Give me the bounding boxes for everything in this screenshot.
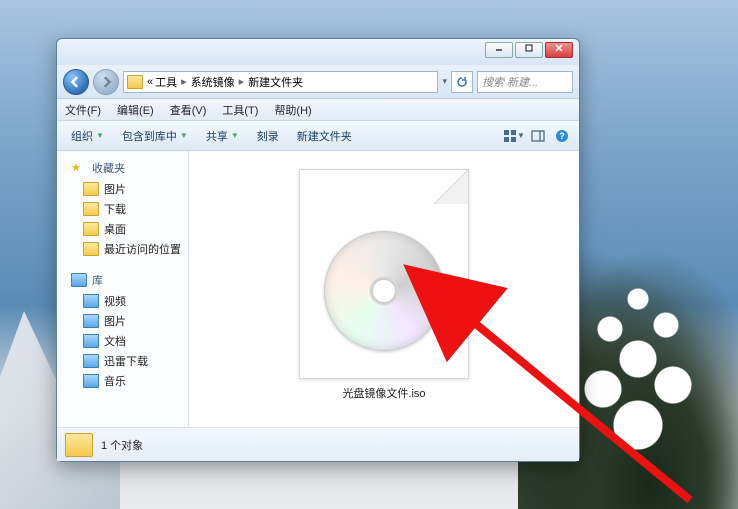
file-name-label: 光盘镜像文件.iso [342,385,425,401]
library-icon [83,354,99,368]
titlebar[interactable] [57,39,579,65]
organize-button[interactable]: 组织▼ [63,125,112,147]
library-icon [71,273,87,287]
address-bar: « 工具 ▸ 系统镜像 ▸ 新建文件夹 ▾ 搜索 新建... [57,65,579,99]
sidebar-item-videos[interactable]: 视频 [57,291,188,311]
folder-icon [83,242,99,256]
new-folder-button[interactable]: 新建文件夹 [289,125,360,147]
sidebar-item-music[interactable]: 音乐 [57,371,188,391]
navigation-pane[interactable]: ★收藏夹 图片 下载 桌面 最近访问的位置 库 视频 图片 文档 迅雷下载 音乐 [57,151,189,427]
iso-file-icon [299,169,469,379]
disc-icon [324,231,444,351]
sidebar-item-documents[interactable]: 文档 [57,331,188,351]
maximize-button[interactable] [515,42,543,58]
file-list-pane[interactable]: 光盘镜像文件.iso [189,151,579,427]
preview-pane-button[interactable] [527,126,549,146]
chevron-right-icon: ▸ [239,75,245,88]
breadcrumb-item[interactable]: 新建文件夹 [248,74,303,90]
library-icon [83,314,99,328]
chevron-down-icon: ▼ [517,131,525,140]
library-icon [83,294,99,308]
menu-tools[interactable]: 工具(T) [214,102,266,118]
menu-edit[interactable]: 编辑(E) [109,102,162,118]
search-placeholder: 搜索 新建... [482,74,538,90]
chevron-down-icon: ▼ [180,131,188,140]
breadcrumb-item[interactable]: 系统镜像 [191,74,235,90]
star-icon: ★ [71,161,87,175]
minimize-button[interactable] [485,42,513,58]
status-bar: 1 个对象 [57,427,579,461]
chevron-down-icon: ▼ [231,131,239,140]
file-item-iso[interactable]: 光盘镜像文件.iso [299,169,469,401]
chevron-down-icon: ▼ [96,131,104,140]
sidebar-item-pictures[interactable]: 图片 [57,179,188,199]
menu-view[interactable]: 查看(V) [162,102,215,118]
sidebar-item-xunlei[interactable]: 迅雷下载 [57,351,188,371]
menu-help[interactable]: 帮助(H) [266,102,319,118]
desktop-wallpaper: « 工具 ▸ 系统镜像 ▸ 新建文件夹 ▾ 搜索 新建... 文件(F) 编辑(E)… [0,0,738,509]
folder-icon [83,182,99,196]
explorer-window: « 工具 ▸ 系统镜像 ▸ 新建文件夹 ▾ 搜索 新建... 文件(F) 编辑(E)… [56,38,580,462]
breadcrumb-dropdown-icon[interactable]: ▾ [442,76,447,87]
chevron-right-icon: ▸ [181,75,187,88]
sidebar-item-desktop[interactable]: 桌面 [57,219,188,239]
burn-button[interactable]: 刻录 [249,125,287,147]
breadcrumb[interactable]: « 工具 ▸ 系统镜像 ▸ 新建文件夹 [123,71,438,93]
folder-icon [83,222,99,236]
sidebar-group-libraries[interactable]: 库 [57,269,188,291]
status-object-count: 1 个对象 [101,437,143,453]
folder-icon [127,75,143,89]
breadcrumb-lead: « [147,76,153,88]
folder-icon [83,202,99,216]
view-mode-button[interactable]: ▼ [503,126,525,146]
menu-file[interactable]: 文件(F) [57,102,109,118]
wallpaper-snow-tree [568,269,708,469]
sidebar-item-downloads[interactable]: 下载 [57,199,188,219]
library-icon [83,374,99,388]
sidebar-item-recent[interactable]: 最近访问的位置 [57,239,188,259]
nav-back-button[interactable] [63,69,89,95]
menu-bar: 文件(F) 编辑(E) 查看(V) 工具(T) 帮助(H) [57,99,579,121]
breadcrumb-item[interactable]: 工具 [155,74,177,90]
share-button[interactable]: 共享▼ [198,125,247,147]
sidebar-group-favorites[interactable]: ★收藏夹 [57,157,188,179]
folder-icon [65,433,93,457]
nav-forward-button[interactable] [93,69,119,95]
toolbar: 组织▼ 包含到库中▼ 共享▼ 刻录 新建文件夹 ▼ ? [57,121,579,151]
sidebar-item-lib-pictures[interactable]: 图片 [57,311,188,331]
search-input[interactable]: 搜索 新建... [477,71,573,93]
help-button[interactable]: ? [551,126,573,146]
include-in-library-button[interactable]: 包含到库中▼ [114,125,196,147]
library-icon [83,334,99,348]
svg-text:?: ? [559,131,565,141]
refresh-button[interactable] [451,71,473,93]
close-button[interactable] [545,42,573,58]
